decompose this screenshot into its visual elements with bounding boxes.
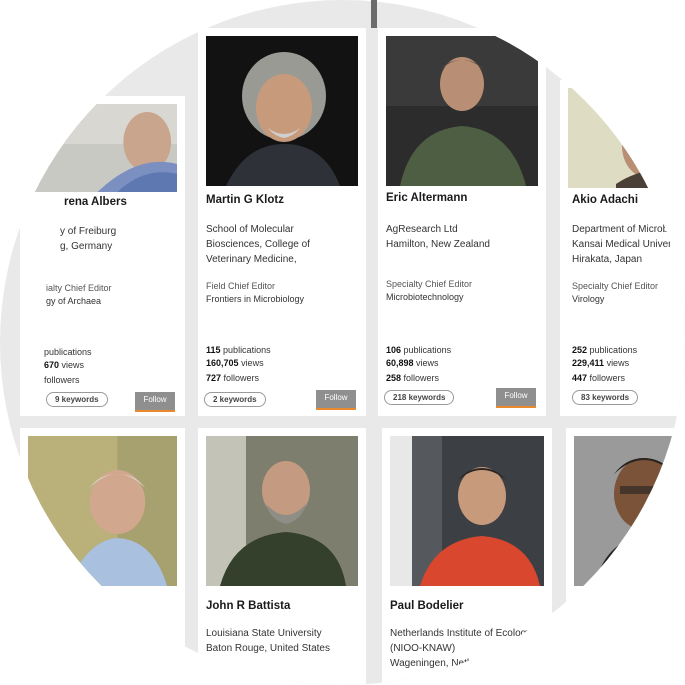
editor-card-adachi[interactable]: Akio Adachi Department of Microb Kansai … [560,80,685,416]
editor-card-bodelier[interactable]: Paul Bodelier Netherlands Institute of E… [382,428,552,685]
keywords-badge[interactable]: 83 keywords [572,390,639,405]
editor-photo [568,88,685,188]
keywords-badge[interactable]: 9 keywords [46,392,108,407]
editor-name[interactable]: Eric Altermann [386,192,467,204]
zoom-lens-view: rena Albers y of Freiburg g, Germany ial… [0,0,685,685]
editor-affiliation: School of Molecular Biosciences, College… [206,224,310,265]
keywords-badge[interactable]: 2 keywords [204,392,266,407]
editor-card-battista[interactable]: John R Battista Louisiana State Universi… [198,428,366,685]
editor-card-trev[interactable]: Trev [566,428,685,685]
editor-affiliation: Netherlands Institute of Ecology (NIOO-K… [390,628,532,669]
editor-role: ialty Chief Editor gy of Archaea [46,283,112,306]
editor-affiliation: y of Freiburg g, Germany [60,226,117,252]
editor-card-unnamed[interactable] [20,428,185,685]
editor-role: Field Chief Editor Frontiers in Microbio… [206,281,305,304]
editor-stats: 115 publications 160,705 views 727 follo… [206,345,271,383]
editor-photo [28,436,177,586]
editor-role: Specialty Chief Editor Microbiotechnolog… [386,279,473,302]
editor-photo [28,104,177,192]
editor-stats: 106 publications 60,898 views 258 follow… [386,345,452,383]
editor-card-altermann[interactable]: Eric Altermann AgResearch Ltd Hamilton, … [378,28,546,416]
editor-name[interactable]: Trev [574,600,598,612]
follow-button[interactable]: Follow [135,392,175,412]
editor-name[interactable]: rena Albers [64,196,127,208]
editor-card-albers[interactable]: rena Albers y of Freiburg g, Germany ial… [20,96,185,416]
editor-photo [206,36,358,186]
keywords-badge[interactable]: 218 keywords [384,390,455,405]
editor-stats: publications 670 views followers [44,347,92,385]
editor-affiliation: Louisiana State University Baton Rouge, … [206,628,330,654]
editor-affiliation: AgResearch Ltd Hamilton, New Zealand [386,224,490,250]
editor-photo [574,436,685,586]
editor-name[interactable]: John R Battista [206,600,290,612]
follow-button[interactable]: Follow [496,388,536,408]
follow-button[interactable]: Follow [316,390,356,410]
editor-card-klotz[interactable]: Martin G Klotz School of Molecular Biosc… [198,28,366,416]
editor-photo [386,36,538,186]
editor-photo [390,436,544,586]
editor-role: Specialty Chief Editor Virology [572,281,659,304]
editor-photo [206,436,358,586]
editor-name[interactable]: Paul Bodelier [390,600,464,612]
editor-name[interactable]: Akio Adachi [572,194,638,206]
top-divider [371,0,377,28]
editor-name[interactable]: Martin G Klotz [206,194,284,206]
editor-stats: 252 publications 229,411 views 447 follo… [572,345,638,383]
editor-affiliation: Department of Microb Kansai Medical Univ… [572,224,679,265]
